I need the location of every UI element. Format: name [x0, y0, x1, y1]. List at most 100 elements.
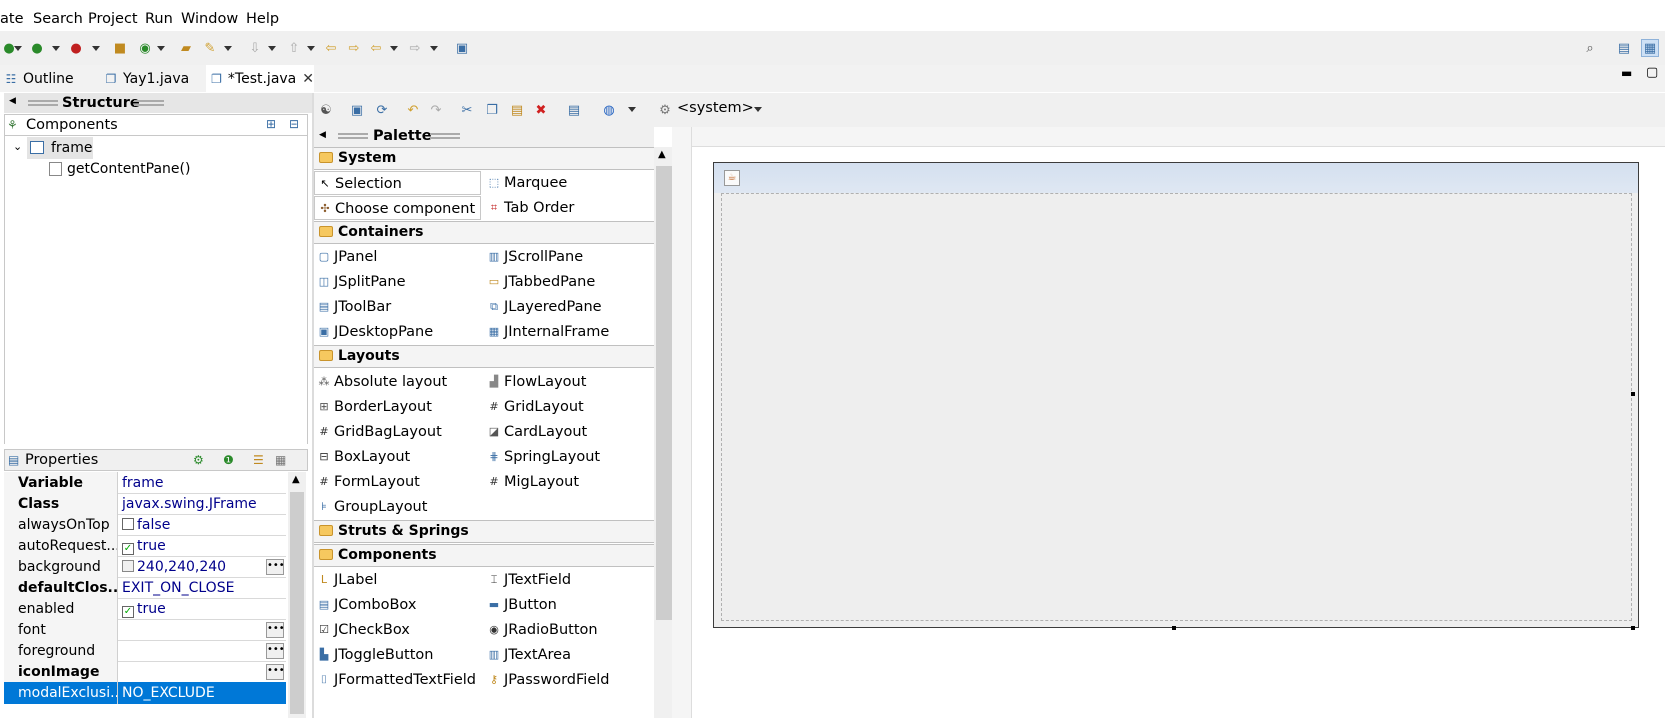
scrollbar-thumb[interactable]: [290, 492, 304, 714]
debug-icon[interactable]: ●: [28, 39, 46, 57]
palette-item-jformattedtextfield[interactable]: ⌷ JFormattedTextField: [314, 668, 476, 692]
menu-help[interactable]: Help: [246, 11, 279, 27]
checkbox-icon[interactable]: [122, 518, 134, 530]
chevron-down-icon[interactable]: ⌄: [13, 140, 22, 153]
property-value[interactable]: javax.swing.JFrame: [118, 493, 286, 515]
forward-icon[interactable]: ⇨: [406, 39, 424, 57]
source-icon[interactable]: ▣: [348, 101, 366, 119]
look-and-feel-dropdown-icon[interactable]: [754, 107, 762, 112]
collapse-palette-icon[interactable]: ◀: [319, 130, 326, 140]
properties-scrollbar[interactable]: ▲: [288, 472, 306, 718]
open-type-icon[interactable]: ▰: [177, 39, 195, 57]
externalize-strings-icon[interactable]: ◍: [600, 101, 618, 119]
palette-item-grouplayout[interactable]: ⊧ GroupLayout: [314, 495, 427, 519]
palette-item-gridlayout[interactable]: # GridLayout: [484, 395, 583, 419]
property-row-icon-image[interactable]: iconImage •••: [4, 661, 286, 683]
palette-item-springlayout[interactable]: ⋕ SpringLayout: [484, 445, 600, 469]
open-perspective-icon[interactable]: ▤: [1615, 39, 1633, 57]
palette-category-system[interactable]: System: [314, 147, 654, 170]
palette-item-jtoolbar[interactable]: ▤ JToolBar: [314, 295, 391, 319]
property-row-foreground[interactable]: foreground •••: [4, 640, 286, 662]
palette-item-jcheckbox[interactable]: ☑ JCheckBox: [314, 618, 410, 642]
menu-search[interactable]: Search: [33, 11, 83, 27]
palette-item-tab-order[interactable]: ⌗ Tab Order: [484, 196, 574, 220]
menu-window[interactable]: Window: [181, 11, 238, 27]
search-tool-icon[interactable]: ✎: [201, 39, 219, 57]
new-class-dropdown-icon[interactable]: [157, 46, 165, 51]
palette-item-gridbaglayout[interactable]: # GridBagLayout: [314, 420, 441, 444]
refresh-icon[interactable]: ⟳: [373, 101, 391, 119]
palette-item-jradiobutton[interactable]: ◉ JRadioButton: [484, 618, 597, 642]
back-dropdown-icon[interactable]: [390, 46, 398, 51]
palette-category-containers[interactable]: Containers: [314, 221, 654, 244]
resize-handle-right[interactable]: [1631, 392, 1635, 396]
palette-item-selection[interactable]: ↖ Selection: [314, 171, 481, 195]
ellipsis-button[interactable]: •••: [266, 622, 285, 638]
jframe-content-pane[interactable]: [721, 193, 1632, 621]
maximize-icon[interactable]: ▢: [1646, 65, 1658, 80]
property-row-auto-request-focus[interactable]: autoRequest... ✓ true: [4, 535, 286, 557]
menu-project[interactable]: Project: [88, 11, 138, 27]
palette-category-components[interactable]: Components: [314, 544, 654, 567]
property-value[interactable]: NO_EXCLUDE: [118, 682, 286, 704]
palette-item-jinternalframe[interactable]: ▦ JInternalFrame: [484, 320, 610, 344]
tab-test-java[interactable]: ❐ *Test.java ✕: [206, 65, 314, 92]
back-icon[interactable]: ⇦: [367, 39, 385, 57]
checkbox-checked-icon[interactable]: ✓: [122, 543, 134, 555]
resize-handle-corner[interactable]: [1631, 626, 1635, 630]
minimize-icon[interactable]: ▬: [1621, 66, 1632, 80]
forward-edit-icon[interactable]: ⇨: [345, 39, 363, 57]
palette-item-cardlayout[interactable]: ◪ CardLayout: [484, 420, 587, 444]
close-tab-icon[interactable]: ✕: [302, 71, 314, 87]
next-annotation-icon[interactable]: ⇩: [246, 39, 264, 57]
palette-item-jpasswordfield[interactable]: ⚷ JPasswordField: [484, 668, 610, 692]
run-dropdown-icon[interactable]: [14, 46, 22, 51]
scrollbar-thumb[interactable]: [656, 166, 672, 620]
tab-yay1-java[interactable]: ❐ Yay1.java: [100, 65, 204, 92]
tab-outline[interactable]: ☷ Outline: [0, 65, 96, 92]
property-row-variable[interactable]: Variable frame: [4, 472, 286, 494]
palette-item-jpanel[interactable]: ▢ JPanel: [314, 245, 378, 269]
palette-item-jtogglebutton[interactable]: ▙ JToggleButton: [314, 643, 434, 667]
menu-edit-partial[interactable]: ate: [0, 11, 24, 27]
search-icon[interactable]: ⌕: [1581, 39, 1599, 57]
prev-annotation-dropdown-icon[interactable]: [307, 46, 315, 51]
property-row-class[interactable]: Class javax.swing.JFrame: [4, 493, 286, 515]
property-value[interactable]: frame: [118, 472, 286, 494]
scroll-up-icon[interactable]: ▲: [292, 474, 300, 485]
palette-item-jbutton[interactable]: ▬ JButton: [484, 593, 557, 617]
last-edit-icon[interactable]: ⇦: [322, 39, 340, 57]
test-ui-icon[interactable]: ☯: [317, 101, 335, 119]
pin-editor-icon[interactable]: ▣: [453, 39, 471, 57]
checkbox-checked-icon[interactable]: ✓: [122, 606, 134, 618]
property-row-always-on-top[interactable]: alwaysOnTop false: [4, 514, 286, 536]
package-icon[interactable]: ■: [111, 39, 129, 57]
property-row-font[interactable]: font •••: [4, 619, 286, 641]
palette-item-jlabel[interactable]: L JLabel: [314, 568, 377, 592]
ellipsis-button[interactable]: •••: [266, 559, 285, 575]
palette-item-jtabbedpane[interactable]: ▭ JTabbedPane: [484, 270, 595, 294]
palette-category-layouts[interactable]: Layouts: [314, 345, 654, 368]
palette-item-formlayout[interactable]: # FormLayout: [314, 470, 419, 494]
property-row-default-close[interactable]: defaultClos... EXIT_ON_CLOSE: [4, 577, 286, 599]
ellipsis-button[interactable]: •••: [266, 643, 285, 659]
align-icon[interactable]: ▤: [565, 101, 583, 119]
java-perspective-icon[interactable]: ▦: [1641, 39, 1659, 57]
property-row-enabled[interactable]: enabled ✓ true: [4, 598, 286, 620]
palette-item-jscrollpane[interactable]: ▥ JScrollPane: [484, 245, 583, 269]
property-row-background[interactable]: background 240,240,240 •••: [4, 556, 286, 578]
jframe-title-bar[interactable]: ☕: [714, 163, 1638, 193]
property-value[interactable]: EXIT_ON_CLOSE: [118, 577, 286, 599]
look-and-feel-icon[interactable]: ⚙: [656, 101, 674, 119]
resize-handle-bottom[interactable]: [1172, 626, 1176, 630]
undo-icon[interactable]: ↶: [404, 101, 422, 119]
expand-all-icon[interactable]: ⊞: [266, 117, 276, 131]
delete-icon[interactable]: ✖: [532, 101, 550, 119]
palette-item-miglayout[interactable]: # MigLayout: [484, 470, 579, 494]
tree-item-frame[interactable]: frame: [27, 137, 93, 159]
redo-icon[interactable]: ↷: [427, 101, 445, 119]
externalize-dropdown-icon[interactable]: [628, 107, 636, 112]
scroll-up-icon[interactable]: ▲: [658, 149, 666, 160]
look-and-feel-label[interactable]: <system>: [677, 100, 754, 116]
show-advanced-icon[interactable]: ☰: [253, 453, 264, 467]
